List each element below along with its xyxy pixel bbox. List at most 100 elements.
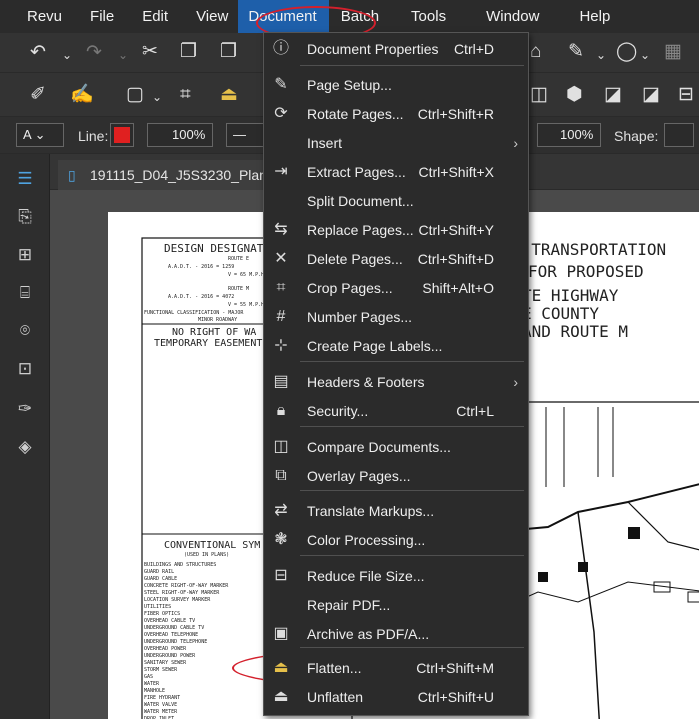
shape-icon[interactable]: ◯ [616,42,637,62]
plan-aadt-2: A.A.D.T. - 2016 = 4072 [168,294,235,300]
menu-item-archive-as-pdf-a[interactable]: ▣ Archive as PDF/A... [264,620,530,648]
menu-separator [300,65,524,66]
menu-item-repair-pdf[interactable]: Repair PDF... [264,591,530,619]
legend-heading: CONVENTIONAL SYM [164,540,261,551]
menu-item-overlay-pages[interactable]: ⧉ Overlay Pages... [264,462,530,490]
legend-item: STEEL RIGHT-OF-WAY MARKER [144,590,220,596]
hatch-icon[interactable]: ▦ [664,42,682,62]
menu-item-document-properties[interactable]: ⓘ Document Properties Ctrl+D [264,35,530,63]
stamp-icon[interactable]: ⌂ [530,42,541,62]
line-color-swatch[interactable] [110,123,134,147]
menu-item-flatten[interactable]: ⏏ Flatten... Ctrl+Shift+M [264,654,530,682]
menu-item-replace-pages[interactable]: ⇆ Replace Pages... Ctrl+Shift+Y [264,216,530,244]
cut-icon[interactable]: ✂ [142,42,158,62]
menu-item-crop-pages[interactable]: ⌗ Crop Pages... Shift+Alt+O [264,274,530,302]
highlight-icon[interactable]: ✎ [568,42,584,62]
chevron-down-icon[interactable]: ⌄ [152,87,162,107]
plan-functional-class-2: MINOR ROADWAY [198,317,238,323]
chevron-down-icon[interactable]: ⌄ [640,45,650,65]
cube-icon[interactable]: ⬢ [566,85,583,105]
menu-item-label: Unflatten [307,689,364,705]
menu-item-insert[interactable]: Insert › [264,129,530,157]
line-opacity-stepper[interactable]: 100% [147,123,213,147]
document-menu: ⓘ Document Properties Ctrl+D ✎ Page Setup...… [263,32,529,716]
legend-item: SANITARY SEWER [144,660,187,666]
crop-icon[interactable]: ⌗ [180,85,191,105]
copy-icon[interactable]: ❐ [180,42,197,62]
spaces-icon[interactable]: ⊡ [14,358,36,380]
menu-item-create-page-labels[interactable]: ⊹ Create Page Labels... [264,332,530,360]
line-label: Line: [78,128,109,144]
thumbnails-icon[interactable]: ☰ [14,168,36,190]
markup-icon[interactable]: ✑ [14,398,36,420]
menu-tools[interactable]: Tools [389,0,456,33]
grid-icon[interactable]: ⊞ [14,244,36,266]
paste-icon[interactable]: ❐ [220,42,237,62]
bookmarks-icon[interactable]: ⎘ [14,206,36,228]
signature-icon[interactable]: ✍ [70,85,94,105]
menu-window[interactable]: Window [456,0,549,33]
plan-row-note-1: NO RIGHT OF WA [172,327,257,338]
menu-item-number-pages[interactable]: # Number Pages... [264,303,530,331]
lock-icon: 🔒︎ [276,402,286,419]
menu-help[interactable]: Help [549,0,620,33]
overlay-pages-icon: ⧉ [275,467,287,484]
menu-item-page-setup[interactable]: ✎ Page Setup... [264,71,530,99]
shape-icon[interactable]: ◪ [642,85,660,105]
menu-view[interactable]: View [178,0,238,33]
menu-edit[interactable]: Edit [124,0,178,33]
menu-item-delete-pages[interactable]: ✕ Delete Pages... Ctrl+Shift+D [264,245,530,273]
legend-item: GUARD RAIL [144,569,175,575]
menu-item-label: Document Properties [307,41,439,57]
plan-speed-1: V = 65 M.P.H. [228,272,268,278]
line-style-selector[interactable]: — [226,123,266,147]
menu-item-label: Extract Pages... [307,164,406,180]
toolchest-icon[interactable]: ⌸ [14,282,36,304]
menu-item-label: Repair PDF... [307,597,391,613]
menu-item-unflatten[interactable]: ⏏ Unflatten Ctrl+Shift+U [264,683,530,711]
menu-item-rotate-pages[interactable]: ⟳ Rotate Pages... Ctrl+Shift+R [264,100,530,128]
menu-item-shortcut: Ctrl+Shift+M [416,660,494,676]
menu-separator [300,426,524,427]
fill-opacity-stepper[interactable]: 100% [537,123,601,147]
legend-item: OVERHEAD TELEPHONE [144,632,199,638]
menu-item-label: Page Setup... [307,77,392,93]
layers-icon[interactable]: ◈ [14,436,36,458]
plan-title-line-2: FOR PROPOSED [528,262,644,281]
erase-icon[interactable]: ✐ [30,85,46,105]
chevron-down-icon[interactable]: ⌄ [118,45,128,65]
menu-item-security[interactable]: 🔒︎ Security... Ctrl+L [264,397,530,425]
page-icon[interactable]: ▢ [126,85,144,105]
unflatten-icon: ⏏ [273,688,289,705]
shape-icon[interactable]: ⊟ [678,85,694,105]
menu-item-split-document[interactable]: Split Document... [264,187,530,215]
menu-item-compare-documents[interactable]: ◫ Compare Documents... [264,433,530,461]
menu-revu[interactable]: Revu [0,0,72,33]
shape-icon[interactable]: ◪ [604,85,622,105]
chevron-down-icon[interactable]: ⌄ [596,45,606,65]
menu-item-label: Security... [307,403,369,419]
menu-file[interactable]: File [72,0,124,33]
menu-item-headers-footers[interactable]: ▤ Headers & Footers › [264,368,530,396]
undo-icon[interactable]: ↶ [30,43,46,63]
reduce-size-icon: ⊟ [274,567,288,584]
redo-icon[interactable]: ↷ [86,43,102,63]
location-icon[interactable]: ⌾ [14,320,36,342]
chevron-down-icon[interactable]: ⌄ [62,45,72,65]
plan-route-m: ROUTE M [228,286,250,292]
shape-selector[interactable] [664,123,694,147]
menu-item-reduce-file-size[interactable]: ⊟ Reduce File Size... [264,562,530,590]
text-style-selector[interactable]: A ⌄ [16,123,64,147]
plan-title-line-4: E COUNTY [522,304,600,323]
plan-functional-class: FUNCTIONAL CLASSIFICATION - MAJOR [144,310,244,316]
legend-item: GAS [144,674,154,680]
menu-item-color-processing[interactable]: ❃ Color Processing... [264,526,530,554]
menu-item-translate-markups[interactable]: ⇄ Translate Markups... [264,497,530,525]
legend-item: WATER METER [144,709,178,715]
menu-item-label: Create Page Labels... [307,338,443,354]
headers-footers-icon: ▤ [273,373,289,390]
menu-item-label: Replace Pages... [307,222,414,238]
page-icon[interactable]: ◫ [530,85,548,105]
menu-item-extract-pages[interactable]: ⇥ Extract Pages... Ctrl+Shift+X [264,158,530,186]
flatten-icon[interactable]: ⏏ [220,85,238,105]
